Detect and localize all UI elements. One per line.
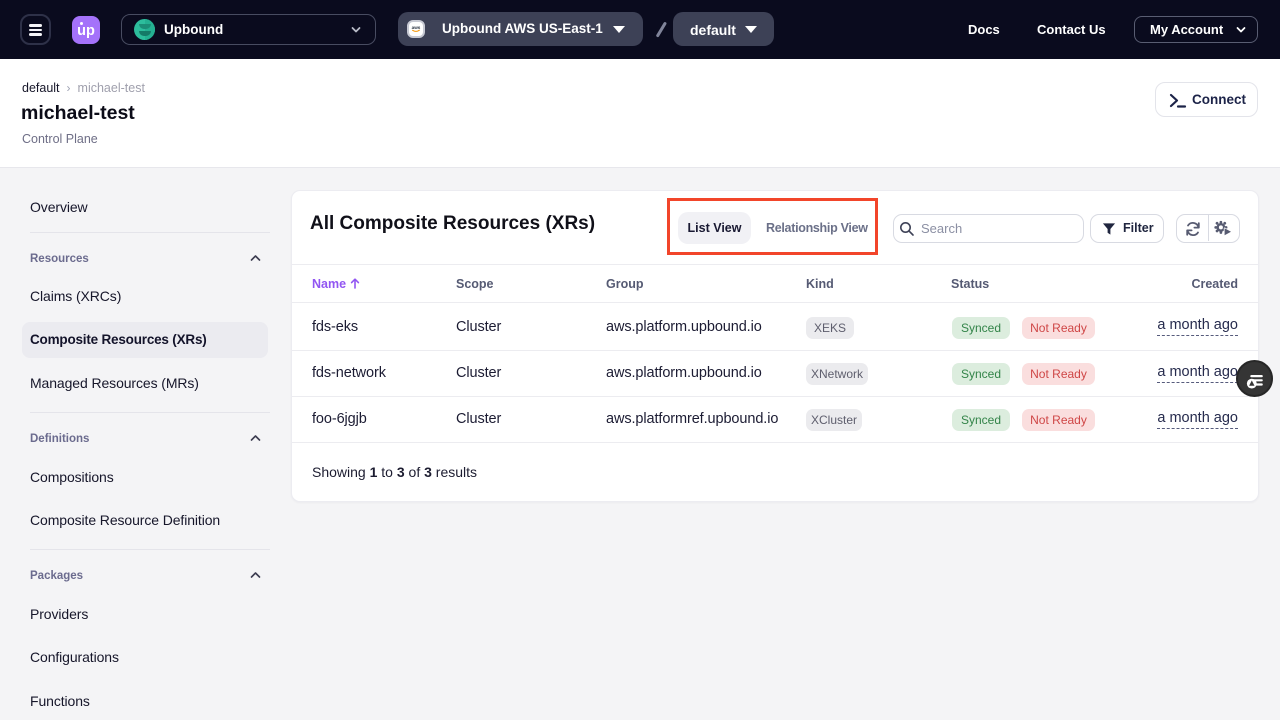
svg-text:aws: aws [412,25,421,30]
